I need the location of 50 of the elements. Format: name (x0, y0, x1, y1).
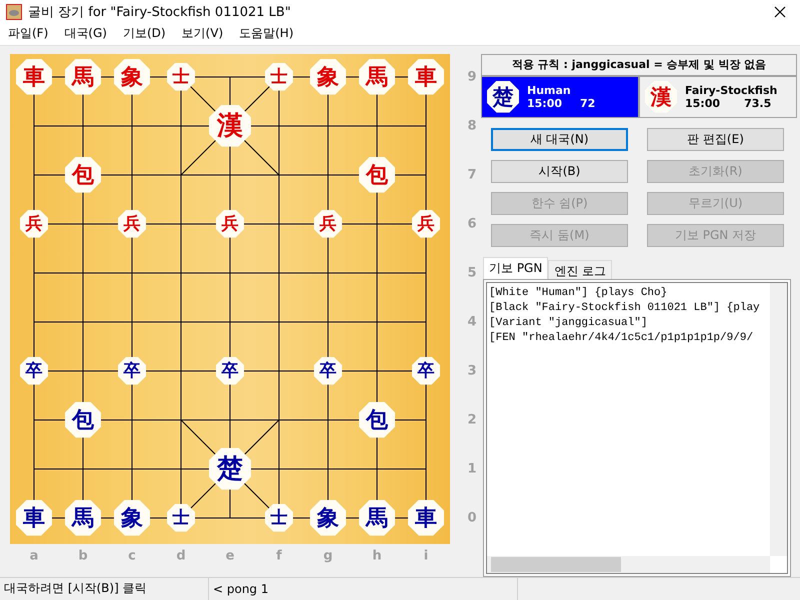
rank-label: 8 (467, 118, 477, 134)
menu-item[interactable]: 대국(G) (64, 25, 107, 42)
tab[interactable]: 기보 PGN (483, 256, 548, 279)
window-title: 굴비 장기 for "Fairy-Stockfish 011021 LB" (28, 4, 292, 21)
rule-banner: 적용 규칙 : janggicasual = 승부제 및 빅장 없음 (481, 54, 797, 76)
player-name: Fairy-Stockfish (685, 84, 778, 97)
player-name: Human (527, 84, 572, 97)
pgn-line: [FEN "rhealaehr/4k4/1c5c1/p1p1p1p1p/9/9/ (489, 330, 754, 346)
menu-item[interactable]: 파일(F) (8, 25, 48, 42)
rank-label: 6 (467, 216, 477, 232)
rank-label: 9 (467, 69, 477, 84)
player-clock: 15:00 (527, 96, 562, 110)
close-icon[interactable] (774, 6, 786, 18)
player-score: 73.5 (744, 96, 772, 110)
rank-label: 7 (467, 167, 477, 182)
rank-label: 5 (467, 265, 477, 280)
player-piece: 楚 (487, 80, 519, 113)
action-button[interactable]: 새 대국(N) (491, 128, 628, 151)
action-button[interactable]: 판 편집(E) (647, 128, 784, 151)
rank-label: 3 (467, 363, 477, 378)
menu-item[interactable]: 보기(V) (182, 25, 224, 42)
file-label: f (276, 548, 282, 564)
rank-label: 2 (467, 412, 477, 428)
rank-label: 4 (467, 314, 477, 330)
file-label: c (128, 548, 136, 564)
player-piece: 漢 (645, 80, 677, 113)
file-label: h (372, 548, 382, 564)
status-engine: < pong 1 (209, 578, 518, 600)
player-score: 72 (580, 96, 596, 110)
pgn-line: [Variant "janggicasual"] (489, 316, 648, 331)
rank-label: 0 (467, 510, 477, 526)
file-label: e (226, 548, 234, 564)
pgn-text-area[interactable]: [White "Human"] {plays Cho} [Black "Fairy-Stockfish 011021 LB"] {play [Variant "janggicasual"] [FEN "rhealaehr/4k4/1c5c1/p1p1p1p1p/9/9/ (483, 278, 791, 577)
status-message: 대국하려면 [시작(B)] 클릭 (0, 578, 209, 600)
rank-label: 1 (467, 461, 477, 476)
player-clock: 15:00 (685, 96, 722, 110)
horizontal-scrollbar[interactable] (487, 556, 770, 573)
pgn-line: [White "Human"] {plays Cho} (489, 286, 668, 301)
menu-item[interactable]: 기보(D) (122, 25, 166, 42)
tab[interactable]: 엔진 로그 (548, 260, 612, 279)
file-label: d (176, 548, 186, 564)
vertical-scrollbar[interactable] (770, 282, 787, 556)
menu-item[interactable]: 도움말(H) (239, 25, 294, 42)
file-label: i (424, 548, 428, 564)
file-label: b (78, 548, 88, 564)
app-icon (6, 4, 22, 20)
file-label: g (323, 548, 333, 564)
file-label: a (30, 548, 38, 564)
action-button[interactable]: 시작(B) (491, 160, 628, 183)
pgn-line: [Black "Fairy-Stockfish 011021 LB"] {play (489, 300, 761, 316)
